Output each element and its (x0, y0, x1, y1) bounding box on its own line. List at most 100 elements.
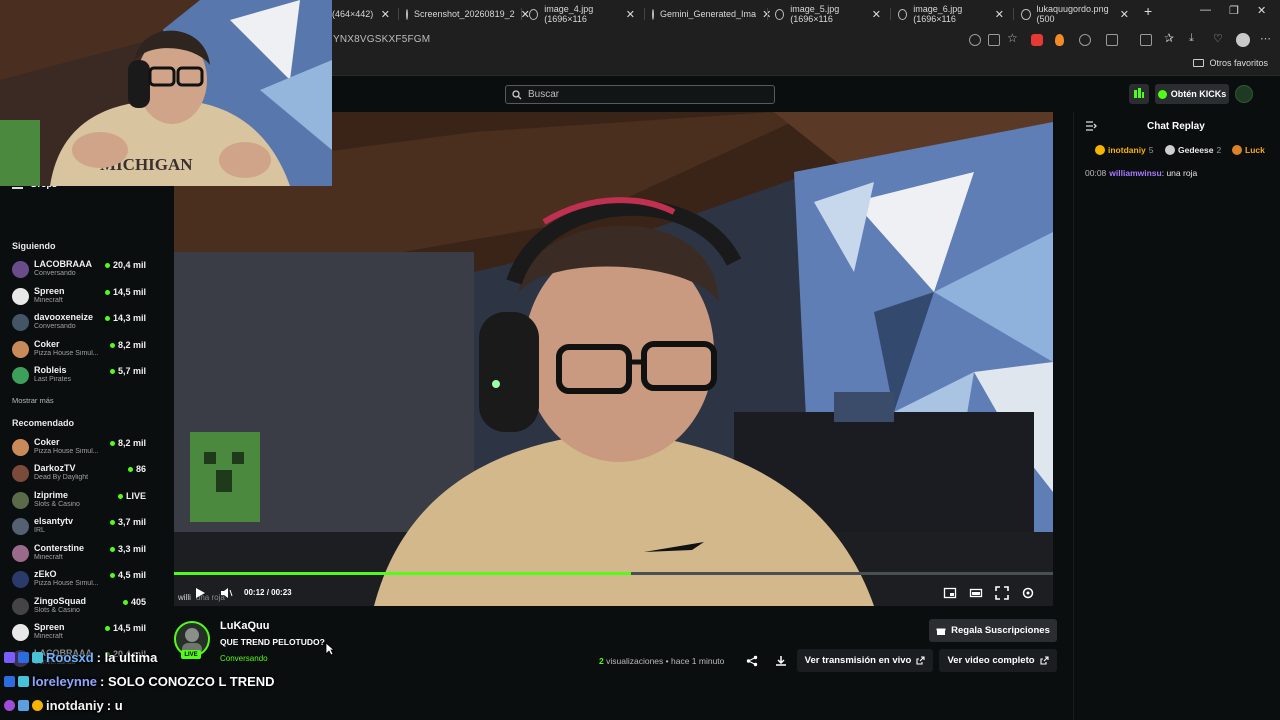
gift-icon (936, 628, 946, 635)
fullscreen-icon[interactable] (995, 586, 1009, 600)
search-input[interactable] (528, 89, 758, 100)
badge-icon (4, 700, 15, 711)
extension-icon[interactable] (1055, 34, 1064, 46)
gifter-badge-icon (1232, 145, 1242, 155)
avatar (12, 261, 29, 278)
sidebar-channel[interactable]: Coker Pizza House Simul... 8,2 mil (12, 437, 146, 461)
viewer-count: 20,4 mil (104, 260, 146, 270)
message-user[interactable]: williamwinsu (1109, 168, 1161, 178)
sidebar-channel[interactable]: zEkO Pizza House Simul... 4,5 mil (12, 569, 146, 593)
stream-category[interactable]: Conversando (220, 654, 268, 663)
chat-title: Chat Replay (1147, 121, 1205, 132)
top-gifter[interactable]: Gedeese 2 (1165, 145, 1221, 155)
top-gifter[interactable]: Luck (1232, 145, 1265, 155)
live-dot (117, 493, 123, 499)
pip-icon[interactable] (943, 586, 957, 600)
collapse-chat-icon[interactable] (1085, 121, 1097, 131)
channel-category: Conversando (34, 270, 76, 277)
new-tab-button[interactable]: + (1144, 3, 1152, 19)
channel-category: Slots & Casino (34, 501, 80, 508)
close-window-button[interactable]: ✕ (1257, 4, 1266, 17)
gift-subscriptions-button[interactable]: Regala Suscripciones (929, 619, 1057, 642)
badge-icon (32, 652, 43, 663)
viewer-count: 405 (122, 597, 146, 607)
avatar (12, 465, 29, 482)
browser-tab[interactable]: Screenshot_20260819_2 ✕ (398, 2, 530, 26)
sidebar-channel[interactable]: Spreen Minecraft 14,5 mil (12, 286, 146, 310)
browser-tab[interactable]: (464×442) ✕ (324, 2, 398, 26)
watch-full-video-label: Ver video completo (947, 655, 1035, 666)
show-more-link[interactable]: Mostrar más (12, 396, 54, 405)
volume-icon[interactable] (219, 586, 233, 600)
favorites-icon[interactable]: ✰ (1164, 31, 1176, 45)
overlay-chat-line: loreleynne: SOLO CONOZCO L TREND (4, 674, 275, 689)
browser-tab[interactable]: image_5.jpg (1696×116 ✕ (767, 2, 889, 26)
close-icon[interactable]: ✕ (995, 8, 1004, 21)
sidebar-channel[interactable]: Coker Pizza House Simul... 8,2 mil (12, 339, 146, 363)
user-avatar[interactable] (1235, 85, 1253, 103)
profile-avatar[interactable] (1236, 33, 1250, 47)
sidebar-channel[interactable]: LACOBRAAA Conversando 20,4 mil (12, 259, 146, 283)
sidebar-channel[interactable]: Robleis Last Pirates 5,7 mil (12, 365, 146, 389)
browser-tab[interactable]: lukaquugordo.png (500 ✕ (1013, 2, 1137, 26)
reader-icon[interactable] (988, 34, 1000, 46)
current-time: 00:12 (244, 588, 265, 597)
menu-icon[interactable]: ⋯ (1260, 32, 1272, 45)
chart-icon (1134, 88, 1144, 98)
tab-label: image_4.jpg (1696×116 (544, 4, 594, 24)
live-dot (104, 315, 110, 321)
settings-icon[interactable] (1021, 586, 1035, 600)
other-favorites-label: Otros favoritos (1209, 58, 1268, 68)
watch-full-video-button[interactable]: Ver video completo (939, 649, 1057, 672)
recommended-title: Recomendado (12, 418, 75, 428)
cast-icon[interactable] (1106, 34, 1118, 46)
browser-tab[interactable]: image_4.jpg (1696×116 ✕ (521, 2, 643, 26)
sidebar-channel[interactable]: Iziprime Slots & Casino LIVE (12, 490, 146, 514)
extension-icon[interactable] (1079, 34, 1091, 46)
star-icon[interactable]: ☆ (1007, 31, 1019, 45)
video-player[interactable]: willi una roja (174, 112, 1053, 606)
other-favorites[interactable]: Otros favoritos (1193, 58, 1268, 68)
viewer-count: 5,7 mil (109, 366, 146, 376)
close-icon[interactable]: ✕ (626, 8, 635, 21)
download-icon[interactable] (775, 655, 787, 667)
live-dot (122, 599, 128, 605)
close-icon[interactable]: ✕ (381, 8, 390, 21)
sidebar-channel[interactable]: Spreen Minecraft 14,5 mil (12, 622, 146, 646)
search-icon (512, 89, 522, 99)
heart-icon[interactable]: ♡ (1213, 32, 1225, 45)
channel-name[interactable]: LuKaQuu (220, 620, 270, 632)
close-icon[interactable]: ✕ (1120, 8, 1129, 21)
watch-live-button[interactable]: Ver transmisión en vivo (797, 649, 933, 672)
zoom-icon[interactable] (969, 34, 981, 46)
avatar (12, 341, 29, 358)
browser-tab[interactable]: Gemini_Generated_Ima ✕ (644, 2, 771, 26)
close-icon[interactable]: ✕ (872, 8, 881, 21)
sidebar-channel[interactable]: davooxeneize Conversando 14,3 mil (12, 312, 146, 336)
gifter-name: Luck (1245, 145, 1265, 155)
maximize-button[interactable]: ❐ (1229, 4, 1239, 17)
channel-name: Spreen (34, 622, 65, 632)
url-field[interactable]: YNX8VGSKXF5FGM (333, 34, 430, 45)
live-dot (104, 262, 110, 268)
get-kicks-button[interactable]: Obtén KICKs (1155, 84, 1229, 104)
sidebar-channel[interactable]: ZingoSquad Slots & Casino 405 (12, 596, 146, 620)
minimize-button[interactable]: — (1200, 4, 1211, 16)
play-icon[interactable] (193, 586, 207, 600)
theater-mode-icon[interactable] (969, 586, 983, 600)
top-gifter[interactable]: inotdaniy 5 (1095, 145, 1154, 155)
share-icon[interactable] (746, 655, 758, 667)
sidebar-channel[interactable]: elsantytv IRL 3,7 mil (12, 516, 146, 540)
extension-icon[interactable] (1031, 34, 1043, 46)
webcam-frame: MICHIGAN (0, 0, 332, 186)
search-box[interactable] (505, 85, 775, 104)
browser-tab[interactable]: image_6.jpg (1696×116 ✕ (890, 2, 1012, 26)
channel-category: Minecraft (34, 297, 63, 304)
split-screen-icon[interactable] (1140, 34, 1152, 46)
sidebar-channel[interactable]: Conterstine Minecraft 3,3 mil (12, 543, 146, 567)
sidebar-channel[interactable]: DarkozTV Dead By Daylight 86 (12, 463, 146, 487)
webcam-overlay: MICHIGAN (0, 0, 332, 186)
leaderboard-button[interactable] (1129, 84, 1149, 104)
download-icon[interactable]: ⤓ (1189, 32, 1201, 44)
badge-icon (32, 700, 43, 711)
